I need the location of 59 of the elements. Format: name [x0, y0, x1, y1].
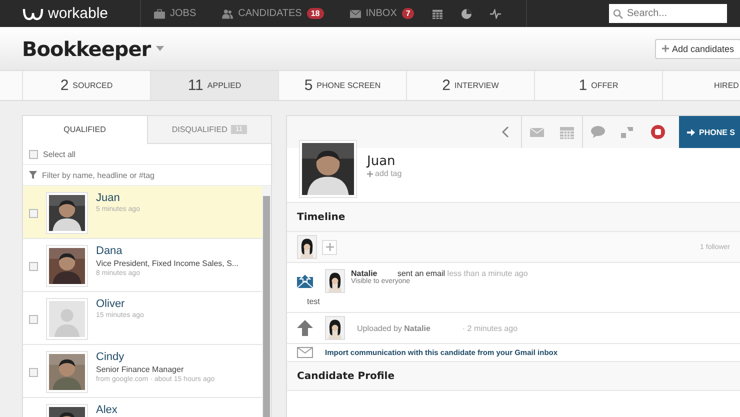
- candidate-headline: Vice President, Fixed Income Sales, S...: [96, 258, 239, 269]
- pie-chart-icon[interactable]: [461, 8, 472, 18]
- checkbox[interactable]: [29, 315, 38, 324]
- checkbox[interactable]: [29, 368, 38, 377]
- stage-tab[interactable]: 1 OFFER: [534, 71, 662, 100]
- speech-bubble-icon[interactable]: [590, 125, 605, 139]
- arrow-up-icon: [297, 320, 313, 336]
- stage-tab[interactable]: 11 APPLIED: [150, 71, 278, 100]
- add-follower-button[interactable]: [322, 240, 337, 254]
- pulse-icon[interactable]: [490, 8, 502, 18]
- plus-icon: [326, 243, 334, 251]
- select-all-label: Select all: [43, 150, 76, 158]
- filter-icon: [29, 171, 37, 179]
- add-candidates-button[interactable]: Add candidates: [654, 38, 740, 58]
- scrollbar-thumb[interactable]: [263, 196, 270, 417]
- logo-icon: [22, 6, 44, 20]
- event-time: · 2 minutes ago: [462, 324, 518, 332]
- candidate-name: Dana: [96, 245, 124, 258]
- actor-name[interactable]: Natalie: [351, 269, 378, 278]
- count-badge: 7: [402, 8, 414, 19]
- people-icon: [222, 8, 234, 18]
- stage-tab[interactable]: HIRED: [662, 71, 740, 100]
- candidate-name: Cindy: [96, 351, 126, 364]
- count-badge: 18: [306, 8, 324, 19]
- candidate-name: Juan: [96, 192, 121, 205]
- event-action: sent an email: [397, 269, 446, 278]
- checkbox[interactable]: [29, 150, 38, 158]
- person-placeholder-icon: [46, 298, 88, 340]
- search-icon: [613, 8, 623, 18]
- envelope-icon[interactable]: [530, 125, 544, 139]
- section-heading: Timeline: [287, 203, 740, 232]
- envelope-icon: [350, 8, 361, 18]
- section-heading: Candidate Profile: [287, 362, 740, 391]
- search-field[interactable]: Search...: [609, 4, 727, 23]
- candidate-name: Juan: [367, 154, 396, 169]
- candidate-name: Alex: [96, 404, 118, 417]
- briefcase-icon: [154, 8, 165, 18]
- job-title: Bookkeeper: [22, 36, 151, 60]
- nav-link[interactable]: CANDIDATES 18: [209, 0, 337, 27]
- event-time: less than a minute ago: [447, 269, 528, 278]
- arrow-right-icon: [686, 128, 695, 136]
- envelope-icon: [297, 347, 313, 358]
- stage-tab[interactable]: 2 INTERVIEW: [406, 71, 534, 100]
- move-stage-button[interactable]: PHONE S: [678, 116, 740, 148]
- envelope-icon: [297, 273, 313, 289]
- logo-text[interactable]: workable: [48, 5, 108, 22]
- checkbox[interactable]: [29, 262, 38, 271]
- plus-icon: [662, 45, 669, 52]
- candidate-headline: Senior Finance Manager: [96, 364, 185, 375]
- calendar-icon[interactable]: [432, 8, 444, 18]
- caret-icon[interactable]: [156, 46, 164, 51]
- plus-icon: [367, 170, 373, 176]
- message-text: test: [307, 297, 321, 306]
- checkbox[interactable]: [29, 209, 38, 218]
- candidate-name: Oliver: [96, 298, 126, 311]
- event-text: Uploaded by Natalie: [357, 324, 430, 332]
- nav-link[interactable]: INBOX 7: [336, 0, 428, 27]
- stage-tab[interactable]: 5 PHONE SCREEN: [278, 71, 406, 100]
- nav-link[interactable]: JOBS: [141, 0, 210, 27]
